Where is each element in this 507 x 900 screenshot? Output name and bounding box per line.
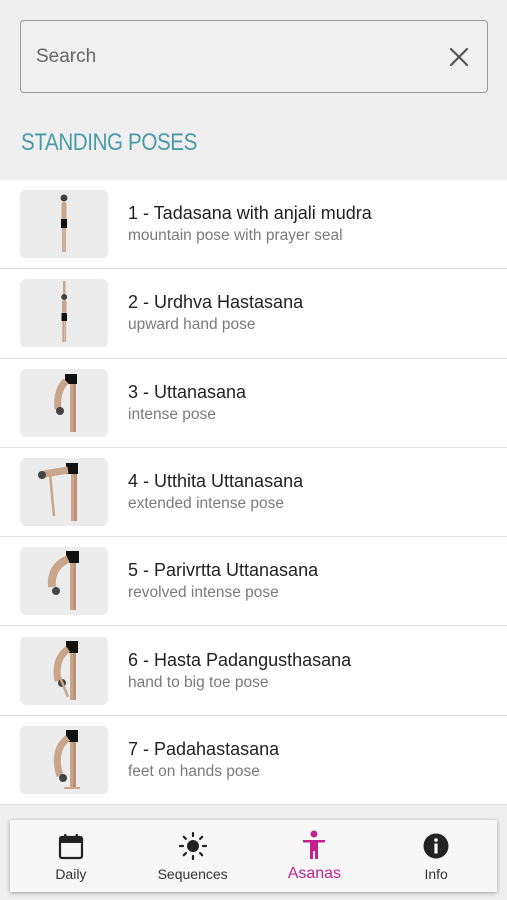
pose-thumbnail xyxy=(20,190,108,259)
pose-row-6[interactable]: 6 - Hasta Padangusthasana hand to big to… xyxy=(0,626,507,716)
pose-title: 2 - Urdhva Hastasana xyxy=(128,292,304,313)
pose-thumbnail xyxy=(20,547,108,616)
pose-thumbnail xyxy=(20,636,108,705)
info-icon xyxy=(423,833,449,858)
pose-thumbnail xyxy=(20,279,108,348)
app-root: STANDING POSES 1 - Tadasana with anjali … xyxy=(0,0,507,900)
pose-title: 4 - Utthita Uttanasana xyxy=(128,471,304,492)
pose-subtitle: feet on hands pose xyxy=(128,762,260,780)
nav-item-daily[interactable]: Daily xyxy=(16,820,126,892)
pose-row-7[interactable]: 7 - Padahastasana feet on hands pose xyxy=(0,715,507,806)
pose-row-5[interactable]: 5 - Parivrtta Uttanasana revolved intens… xyxy=(0,537,507,627)
pose-subtitle: mountain pose with prayer seal xyxy=(128,227,343,245)
padahastasana-figure-icon xyxy=(53,729,80,789)
pose-title: 1 - Tadasana with anjali mudra xyxy=(128,203,372,224)
utthita-uttanasana-figure-icon xyxy=(38,463,78,522)
pose-row-2[interactable]: 2 - Urdhva Hastasana upward hand pose xyxy=(0,269,507,359)
pose-row-3[interactable]: 3 - Uttanasana intense pose xyxy=(0,358,507,448)
pose-list: 1 - Tadasana with anjali mudra mountain … xyxy=(0,180,507,806)
sun-icon xyxy=(178,831,207,860)
bottom-nav: Daily Sequences Asanas Info xyxy=(10,820,497,892)
pose-title: 6 - Hasta Padangusthasana xyxy=(128,649,352,670)
pose-title: 7 - Padahastasana xyxy=(128,738,280,759)
pose-subtitle: intense pose xyxy=(128,405,216,423)
pose-thumbnail xyxy=(20,725,108,794)
nav-item-asanas[interactable]: Asanas xyxy=(259,820,369,892)
parivrtta-uttanasana-figure-icon xyxy=(47,551,79,611)
hasta-padangusthasana-figure-icon xyxy=(53,640,78,700)
nav-item-info[interactable]: Info xyxy=(381,820,491,892)
pose-row-4[interactable]: 4 - Utthita Uttanasana extended intense … xyxy=(0,447,507,538)
tadasana-figure-icon xyxy=(60,194,68,253)
search-bar xyxy=(20,20,488,93)
nav-item-sequences[interactable]: Sequences xyxy=(138,820,248,892)
pose-thumbnail xyxy=(20,368,108,437)
close-icon xyxy=(449,47,469,66)
pose-row-1[interactable]: 1 - Tadasana with anjali mudra mountain … xyxy=(0,180,507,270)
nav-label: Info xyxy=(424,865,448,882)
pose-subtitle: extended intense pose xyxy=(128,495,284,513)
nav-label: Asanas xyxy=(287,864,342,882)
search-input[interactable] xyxy=(36,45,447,68)
pose-title: 5 - Parivrtta Uttanasana xyxy=(128,560,319,581)
person-icon xyxy=(303,830,326,859)
pose-title: 3 - Uttanasana xyxy=(128,381,247,402)
urdhva-hastasana-figure-icon xyxy=(61,281,68,343)
uttanasana-figure-icon xyxy=(54,373,77,432)
calendar-icon xyxy=(58,833,83,859)
pose-thumbnail xyxy=(20,458,108,527)
pose-subtitle: revolved intense pose xyxy=(128,584,279,602)
nav-label: Daily xyxy=(55,865,87,882)
nav-label: Sequences xyxy=(157,865,228,882)
clear-search-button[interactable] xyxy=(447,45,471,69)
pose-subtitle: hand to big toe pose xyxy=(128,673,269,691)
section-heading: STANDING POSES xyxy=(21,129,197,156)
pose-subtitle: upward hand pose xyxy=(128,316,256,334)
